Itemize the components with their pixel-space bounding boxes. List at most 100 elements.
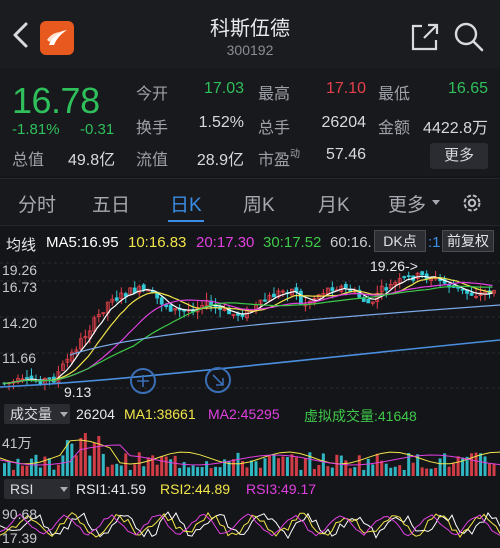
search-icon[interactable]	[452, 20, 486, 54]
event-marker-icon[interactable]	[128, 366, 158, 396]
volume-bar	[124, 453, 128, 476]
float-cap-label: 流值	[136, 152, 169, 169]
chevron-down-icon	[432, 200, 440, 205]
ma30-value: 30:17.52	[263, 234, 322, 251]
candle-body	[298, 290, 303, 305]
ma-label: 均线	[6, 237, 37, 254]
volume-bar	[11, 469, 15, 476]
tab-weekly-k[interactable]: 周K	[243, 190, 275, 217]
volume-bar	[393, 466, 397, 476]
volume-bar	[321, 453, 325, 476]
app-logo-icon[interactable]	[40, 21, 74, 55]
low-value: 16.65	[447, 80, 488, 97]
tab-monthly-k[interactable]: 月K	[318, 190, 350, 217]
volume-bar	[470, 453, 474, 476]
volume-bar	[303, 458, 307, 476]
back-arrow-icon[interactable]	[8, 20, 34, 50]
volume-bar	[34, 454, 38, 476]
volume-bar	[344, 460, 348, 476]
amount-value: 4422.8万	[423, 120, 488, 137]
volume-bar	[3, 463, 6, 476]
rsi-y-top: 90.68	[2, 506, 38, 522]
candle-body	[406, 275, 411, 278]
volume-bar	[425, 468, 429, 476]
ma20-value: 20:17.30	[196, 234, 255, 251]
volume-y-label: 41万	[2, 435, 32, 451]
volume-bar	[245, 467, 249, 476]
ma-line	[69, 304, 500, 356]
candle-body	[263, 299, 267, 302]
more-fields-button[interactable]: 更多	[430, 143, 488, 169]
change-percent: -1.81%	[12, 121, 60, 138]
volume-bar	[488, 463, 492, 476]
candle-body	[460, 288, 465, 291]
high-value: 17.10	[325, 80, 366, 97]
candlestick-chart[interactable]	[0, 255, 500, 400]
forward-adjust-button[interactable]: 前复权	[442, 230, 494, 252]
ma-line	[2, 275, 493, 385]
open-label: 今开	[136, 86, 169, 103]
volume-bar	[61, 455, 65, 476]
volume-bar	[38, 467, 42, 476]
pe-label: 市盈动	[258, 148, 301, 169]
share-icon[interactable]	[408, 20, 442, 54]
volume-bar	[492, 463, 496, 476]
volume-bar	[250, 460, 253, 476]
volume-bar	[317, 464, 321, 476]
volume-bar	[155, 464, 159, 476]
volume-chart[interactable]	[0, 428, 500, 476]
volume-bar	[290, 454, 294, 476]
volume-bar	[191, 465, 195, 476]
turnover-value: 1.52%	[198, 114, 244, 131]
volume-bar	[263, 458, 267, 476]
stock-code: 300192	[226, 42, 274, 58]
volume-bar	[7, 460, 11, 476]
candle-body	[420, 271, 425, 276]
candle-body	[343, 284, 348, 289]
candle-body	[47, 377, 52, 380]
gear-icon[interactable]	[460, 191, 484, 215]
y-label-max: 19.26	[2, 262, 38, 278]
dk-point-button[interactable]: DK点	[374, 230, 426, 252]
volume-bar	[443, 453, 447, 476]
candle-body	[164, 304, 169, 307]
volume-bar	[29, 458, 33, 476]
volume-bar	[434, 467, 438, 476]
event-marker-icon[interactable]	[203, 365, 233, 395]
volume-bar	[353, 467, 357, 476]
tab-intraday[interactable]: 分时	[18, 190, 56, 217]
ma-line	[2, 276, 493, 385]
candle-body	[141, 284, 146, 291]
volume-bar	[209, 468, 213, 476]
candle-body	[384, 287, 389, 291]
rsi-chart[interactable]	[0, 502, 500, 548]
volume-bar	[389, 467, 393, 476]
y-label-2: 16.73	[2, 279, 38, 295]
volume-bar	[276, 458, 280, 476]
volume-bar	[137, 452, 141, 476]
volume-bar	[479, 453, 483, 476]
volume-bar	[200, 466, 204, 476]
float-cap-value: 28.9亿	[196, 152, 244, 169]
volume-bar	[164, 456, 168, 476]
last-price: 16.78	[12, 80, 100, 121]
ma10-value: 10:16.83	[128, 234, 187, 251]
volume-bar	[339, 455, 343, 476]
volume-bar	[483, 456, 487, 476]
volume-ma2: MA2:45295	[208, 406, 280, 422]
tab-more[interactable]: 更多	[388, 190, 426, 217]
volume-bar	[110, 464, 114, 476]
volume-bar	[101, 453, 105, 476]
tab-five-day[interactable]: 五日	[92, 190, 130, 217]
tab-daily-k[interactable]: 日K	[170, 190, 202, 217]
volume-virtual: 虚拟成交量:41648	[304, 408, 417, 424]
volume-bar	[205, 461, 209, 476]
volume-label: 总手	[258, 120, 291, 137]
volume-bar	[214, 466, 218, 476]
candle-body	[330, 287, 335, 292]
volume-bar	[178, 467, 182, 476]
volume-bar	[47, 458, 51, 476]
volume-bar	[438, 458, 442, 476]
volume-bar	[142, 466, 146, 476]
volume-bar	[294, 457, 298, 476]
